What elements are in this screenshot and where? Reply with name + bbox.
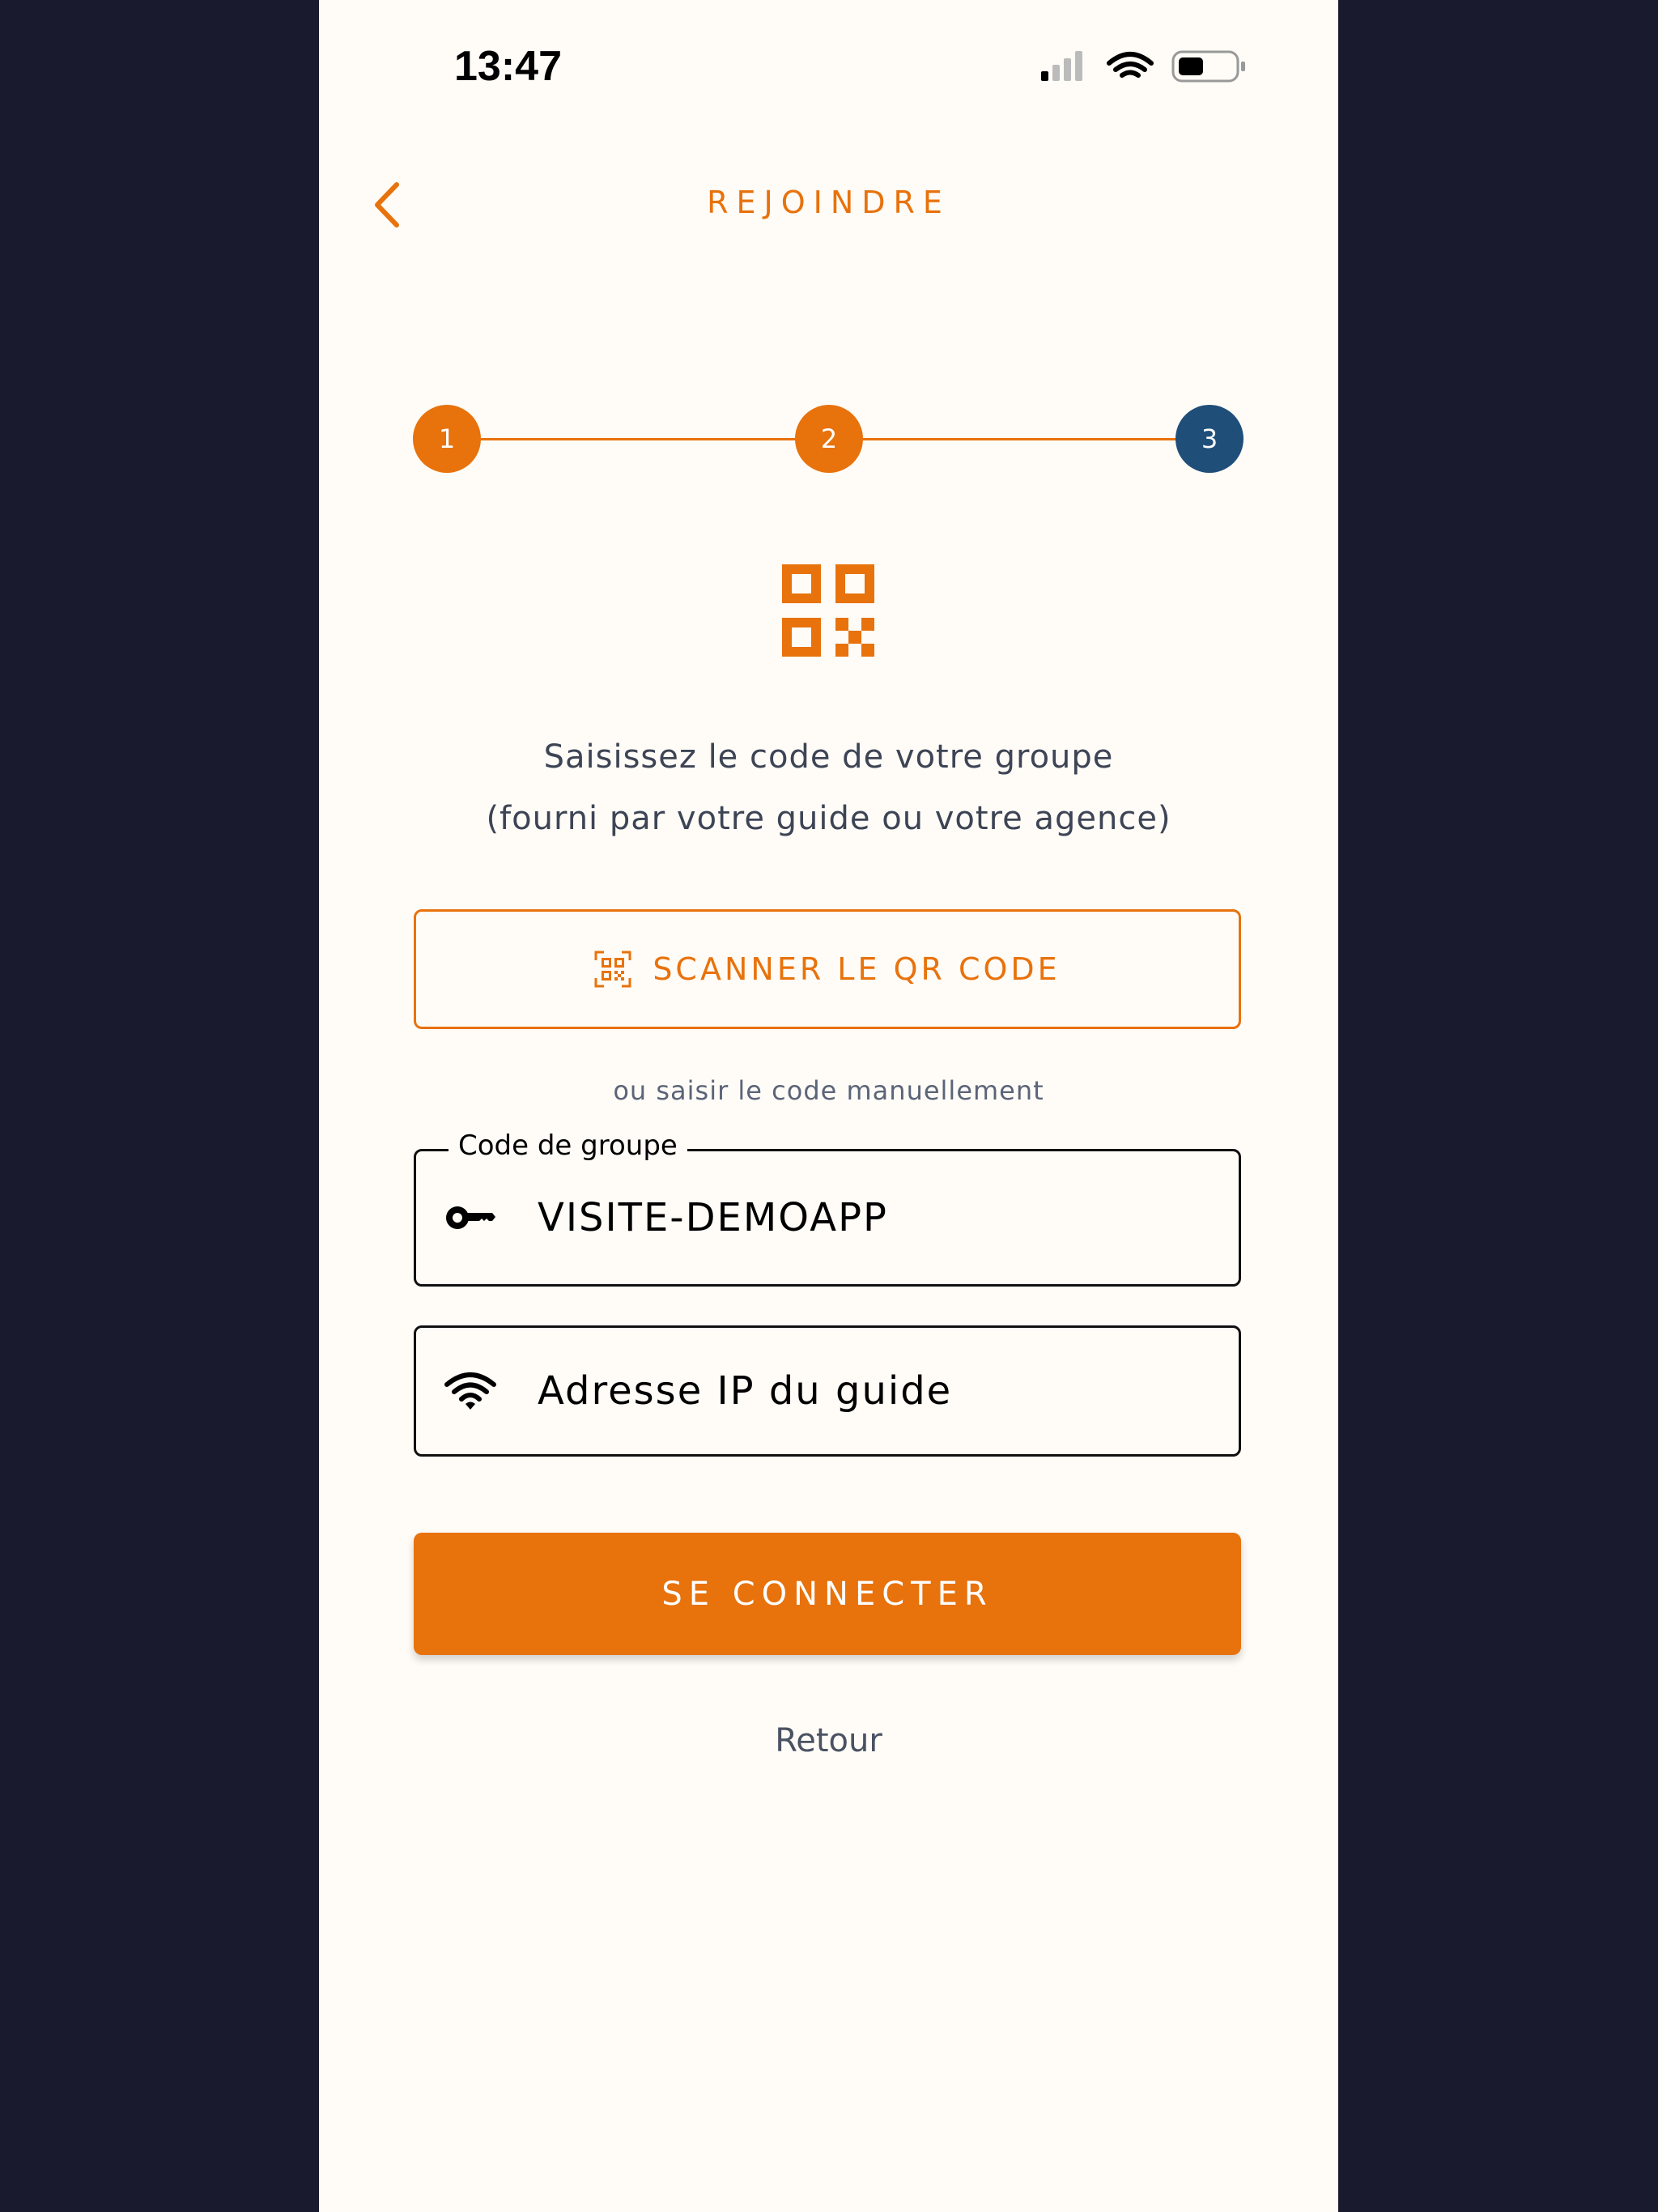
- instruction-line-1: Saisissez le code de votre groupe: [543, 738, 1114, 776]
- status-time: 13:47: [454, 43, 562, 90]
- instruction-line-2: (fourni par votre guide ou votre agence): [486, 800, 1171, 837]
- guide-ip-placeholder: Adresse IP du guide: [538, 1368, 953, 1414]
- step-connector: [863, 438, 1177, 440]
- connect-button[interactable]: SE CONNECTER: [414, 1533, 1241, 1655]
- wifi-status-icon: [1107, 52, 1154, 78]
- wifi-icon: [444, 1372, 496, 1410]
- key-icon: [446, 1206, 495, 1229]
- battery-icon: [1171, 50, 1245, 83]
- page-title: REJOINDRE: [707, 185, 950, 220]
- phone-screen: 13:47 REJOINDRE 1 2 3 Saisissez le code …: [319, 0, 1338, 2212]
- step-1: 1: [413, 405, 481, 473]
- group-code-field[interactable]: Code de groupe VISITE-DEMOAPP: [414, 1129, 1241, 1287]
- manual-entry-hint: ou saisir le code manuellement: [613, 1075, 1044, 1106]
- status-icons: [1041, 49, 1260, 89]
- group-code-label: Code de groupe: [449, 1129, 687, 1162]
- qr-scan-icon: [594, 951, 631, 988]
- group-code-value: VISITE-DEMOAPP: [538, 1195, 888, 1240]
- scan-qr-button[interactable]: SCANNER LE QR CODE: [414, 909, 1241, 1029]
- step-connector: [481, 438, 795, 440]
- cellular-signal-icon: [1041, 51, 1082, 81]
- guide-ip-field[interactable]: Adresse IP du guide: [414, 1325, 1241, 1457]
- step-3: 3: [1175, 405, 1244, 473]
- scan-qr-label: SCANNER LE QR CODE: [653, 951, 1061, 987]
- step-2: 2: [795, 405, 863, 473]
- qr-code-icon: [782, 564, 874, 657]
- progress-stepper: 1 2 3: [413, 405, 1244, 473]
- back-link[interactable]: Retour: [319, 1722, 1338, 1759]
